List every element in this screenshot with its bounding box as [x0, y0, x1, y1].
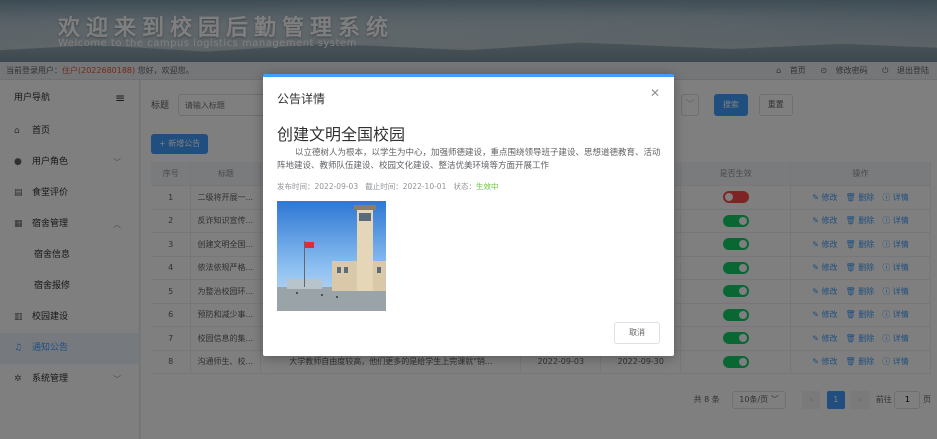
dialog-header: 公告详情: [277, 92, 326, 106]
publish-time: 发布时间：2022-09-03: [277, 182, 359, 191]
notice-meta: 发布时间：2022-09-03 截止时间：2022-10-01 状态：生效中: [277, 181, 499, 192]
notice-image: [277, 201, 386, 311]
campus-building-image: [277, 201, 386, 311]
close-icon[interactable]: ✕: [650, 86, 660, 100]
deadline-time: 截止时间：2022-10-01: [365, 182, 447, 191]
notice-title: 创建文明全国校园: [277, 125, 406, 144]
status-value: 生效中: [476, 182, 499, 191]
notice-content: 以立德树人为根本，以学生为中心，加强师德建设，重点围绕领导班子建设、思想道德教育…: [277, 148, 661, 171]
cancel-button[interactable]: 取消: [614, 322, 660, 344]
status-label: 状态：: [453, 182, 477, 191]
cancel-button-label: 取消: [629, 328, 645, 337]
notice-detail-dialog: 公告详情 ✕ 创建文明全国校园 以立德树人为根本，以学生为中心，加强师德建设，重…: [263, 74, 674, 356]
